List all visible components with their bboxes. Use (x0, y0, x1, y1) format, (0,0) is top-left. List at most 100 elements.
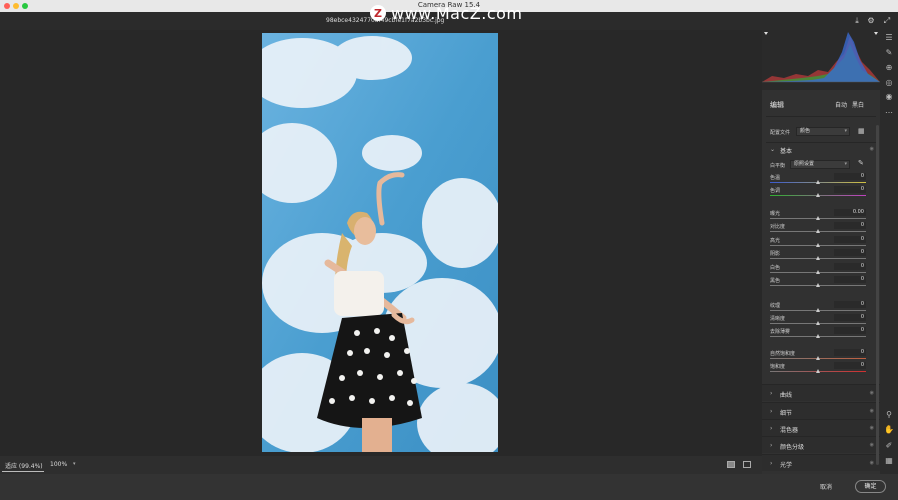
eye-icon[interactable]: ◉ (870, 390, 874, 396)
histogram (762, 30, 880, 90)
white-balance-label: 白平衡 (770, 163, 786, 169)
eyedropper-icon[interactable]: ✎ (858, 159, 864, 167)
profile-browser-icon[interactable]: ▦ (858, 127, 865, 135)
section-header[interactable]: › 光学 ◉ (762, 454, 880, 471)
section-basic-header[interactable]: ⌄ 基本 ◉ (762, 143, 880, 157)
profile-label: 配置文件 (770, 130, 791, 136)
slider-knob[interactable] (816, 180, 820, 184)
slider-label: 对比度 (770, 224, 786, 230)
section-title: 细节 (780, 410, 793, 417)
slider-row: 饱和度 0 (762, 362, 880, 376)
eye-icon[interactable]: ◉ (870, 442, 874, 448)
profile-value: 颜色 (800, 128, 811, 134)
grid-icon[interactable]: ▦ (884, 456, 894, 466)
slider-value-field[interactable]: 0 (834, 362, 866, 369)
eye-icon[interactable]: ◉ (870, 146, 874, 152)
slider-value-field[interactable]: 0 (834, 327, 866, 334)
black-white-button[interactable]: 黑白 (852, 100, 864, 109)
slider-knob[interactable] (816, 356, 820, 360)
slider-label: 色调 (770, 188, 781, 194)
section-header[interactable]: › 混色器 ◉ (762, 419, 880, 436)
section-header[interactable]: › 细节 ◉ (762, 402, 880, 419)
more-icon[interactable]: … (884, 106, 894, 116)
slider-knob[interactable] (816, 321, 820, 325)
slider-value-field[interactable]: 0.00 (834, 209, 866, 216)
footer-bar: 取消 确定 (0, 474, 898, 500)
white-balance-value: 原照设置 (794, 161, 815, 167)
sampler-tool-icon[interactable]: ✐ (884, 441, 894, 451)
edit-header: 编辑 自动 黑白 (762, 95, 880, 113)
slider-value-field[interactable]: 0 (834, 314, 866, 321)
watermark: Z www.MacZ.com (370, 4, 523, 23)
histogram-graph (762, 32, 880, 83)
chevron-down-icon: ▾ (844, 128, 847, 134)
redeye-icon[interactable]: ◉ (884, 92, 894, 102)
mask-icon[interactable]: ◎ (884, 78, 894, 88)
compare-view-icon[interactable] (743, 461, 751, 468)
save-icon[interactable]: ⤓ (852, 16, 862, 26)
slider-knob[interactable] (816, 369, 820, 373)
slider-row: 黑色 0 (762, 276, 880, 290)
photo-preview[interactable] (262, 33, 498, 452)
eye-icon[interactable]: ◉ (870, 408, 874, 414)
section-header[interactable]: › 曲线 ◉ (762, 384, 880, 401)
hand-tool-icon[interactable]: ✋ (884, 425, 894, 435)
zoom-dropdown-icon[interactable]: ▾ (73, 461, 76, 467)
panel-scrollbar[interactable] (876, 125, 879, 465)
slider-knob[interactable] (816, 216, 820, 220)
image-canvas[interactable] (0, 30, 762, 456)
eye-icon[interactable]: ◉ (870, 425, 874, 431)
white-balance-select[interactable]: 原照设置 ▾ (790, 160, 850, 169)
slider-knob[interactable] (816, 334, 820, 338)
slider-value-field[interactable]: 0 (834, 263, 866, 270)
slider-knob[interactable] (816, 308, 820, 312)
slider-label: 清晰度 (770, 316, 786, 322)
profile-select[interactable]: 颜色 ▾ (796, 127, 850, 136)
slider-label: 高光 (770, 238, 781, 244)
slider-label: 阴影 (770, 251, 781, 257)
slider-value-field[interactable]: 0 (834, 186, 866, 193)
tool-strip: ☰ ✎ ⊕ ◎ ◉ … ⚲ ✋ ✐ ▦ (880, 30, 898, 474)
slider-value-field[interactable]: 0 (834, 276, 866, 283)
single-view-icon[interactable] (727, 461, 735, 468)
slider-row: 去除薄雾 0 (762, 327, 880, 341)
slider-row: 色调 0 (762, 186, 880, 200)
slider-knob[interactable] (816, 229, 820, 233)
slider-value-field[interactable]: 0 (834, 249, 866, 256)
slider-value-field[interactable]: 0 (834, 349, 866, 356)
chevron-right-icon: › (770, 442, 773, 449)
section-header[interactable]: › 颜色分级 ◉ (762, 436, 880, 453)
slider-label: 自然饱和度 (770, 351, 796, 357)
slider-label: 纹理 (770, 303, 781, 309)
eye-icon[interactable]: ◉ (870, 460, 874, 466)
section-basic-title: 基本 (780, 148, 793, 155)
slider-knob[interactable] (816, 243, 820, 247)
slider-label: 饱和度 (770, 364, 786, 370)
slider-value-field[interactable]: 0 (834, 236, 866, 243)
slider-knob[interactable] (816, 256, 820, 260)
slider-label: 色温 (770, 175, 781, 181)
zoom-fit-button[interactable]: 适应 (99.4%) (5, 461, 43, 470)
edit-sliders-icon[interactable]: ☰ (884, 33, 894, 43)
cancel-button[interactable]: 取消 (820, 482, 832, 491)
ok-button[interactable]: 确定 (855, 480, 886, 493)
chevron-down-icon: ▾ (844, 161, 847, 167)
slider-row: 对比度 0 (762, 222, 880, 236)
brush-icon[interactable]: ✎ (884, 48, 894, 58)
slider-row: 阴影 0 (762, 249, 880, 263)
gear-icon[interactable]: ⚙ (866, 16, 876, 26)
slider-knob[interactable] (816, 270, 820, 274)
zoom-100-button[interactable]: 100% (50, 461, 67, 468)
zoom-fit-indicator (2, 471, 44, 472)
slider-value-field[interactable]: 0 (834, 301, 866, 308)
fullscreen-icon[interactable]: ⤢ (882, 16, 892, 26)
edit-title: 编辑 (770, 101, 784, 109)
slider-knob[interactable] (816, 283, 820, 287)
slider-value-field[interactable]: 0 (834, 222, 866, 229)
slider-value-field[interactable]: 0 (834, 173, 866, 180)
auto-button[interactable]: 自动 (835, 100, 847, 109)
zoom-tool-icon[interactable]: ⚲ (884, 410, 894, 420)
section-title: 混色器 (780, 427, 799, 434)
healing-icon[interactable]: ⊕ (884, 63, 894, 73)
slider-knob[interactable] (816, 193, 820, 197)
